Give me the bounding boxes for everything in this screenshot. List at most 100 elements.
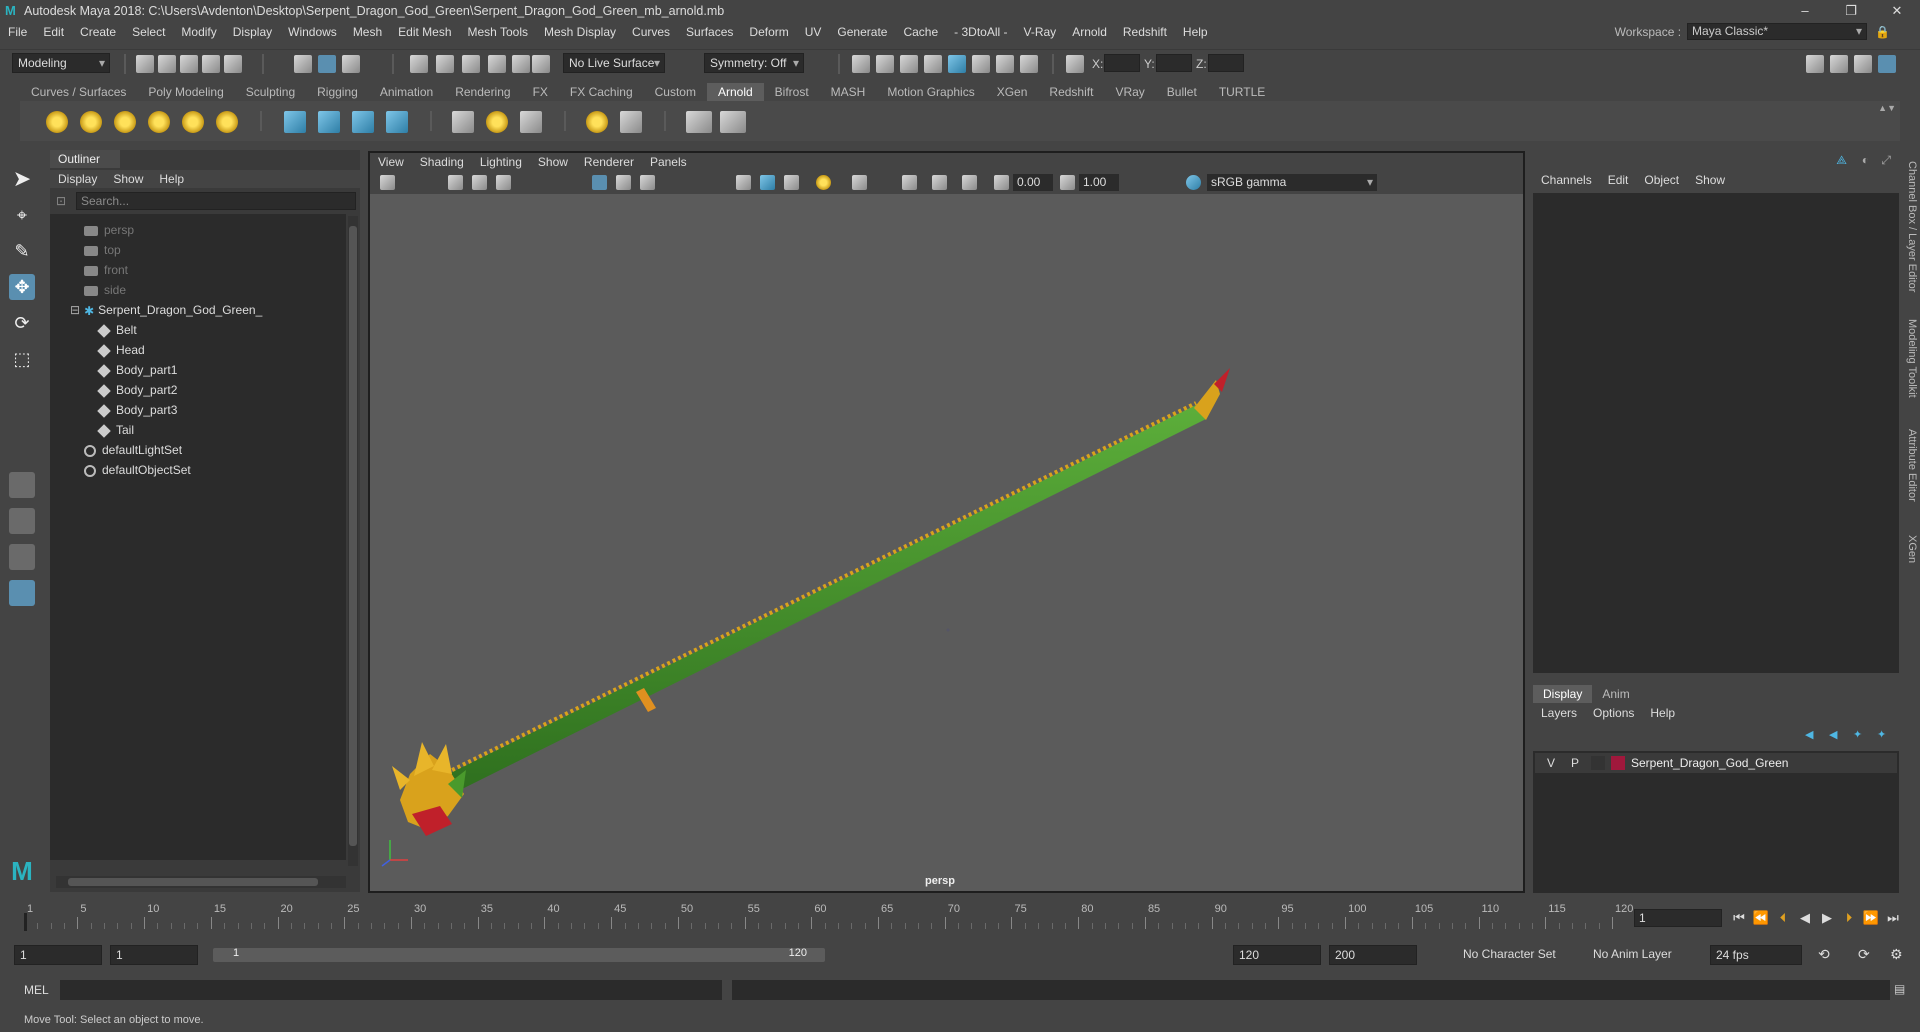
color-management-icon[interactable]: [1186, 175, 1201, 190]
list-item[interactable]: side: [84, 280, 126, 300]
sidebar-channel-box-icon[interactable]: [1878, 55, 1896, 73]
viewport-menu-panels[interactable]: Panels: [642, 153, 695, 172]
shelf-tab-curves-surfaces[interactable]: Curves / Surfaces: [20, 83, 137, 101]
mesh-light-icon[interactable]: [80, 111, 102, 133]
ipr-render-icon[interactable]: [900, 55, 918, 73]
shadows-icon[interactable]: [852, 175, 867, 190]
step-back-key-icon[interactable]: ⏴: [1772, 909, 1794, 927]
snap-curve-icon[interactable]: [436, 55, 454, 73]
menu-edit[interactable]: Edit: [35, 22, 72, 43]
exposure-field[interactable]: 0.00: [1013, 174, 1053, 191]
list-item[interactable]: Body_part1: [97, 360, 177, 380]
minimize-button[interactable]: –: [1782, 0, 1828, 22]
select-by-object-icon[interactable]: [318, 55, 336, 73]
snap-view-plane-icon[interactable]: [512, 55, 530, 73]
side-tab-xgen[interactable]: XGen: [1906, 535, 1918, 563]
viewport-menu-renderer[interactable]: Renderer: [576, 153, 642, 172]
outliner-horizontal-scrollbar[interactable]: [56, 876, 346, 888]
anim-layer-dropdown[interactable]: No Anim Layer: [1588, 945, 1688, 965]
symmetry-dropdown[interactable]: Symmetry: Off: [704, 53, 804, 73]
menu-set-dropdown[interactable]: Modeling: [12, 53, 110, 73]
physical-sky-icon[interactable]: [216, 111, 238, 133]
layer-tab-anim[interactable]: Anim: [1592, 685, 1639, 703]
shelf-tab-bifrost[interactable]: Bifrost: [764, 83, 820, 101]
menu-curves[interactable]: Curves: [624, 22, 678, 43]
go-to-end-icon[interactable]: ⏭: [1882, 909, 1904, 927]
gamma-field[interactable]: 1.00: [1079, 174, 1119, 191]
create-standin-icon[interactable]: [284, 111, 306, 133]
render-frame-icon[interactable]: [876, 55, 894, 73]
list-item[interactable]: Head: [97, 340, 145, 360]
arnold-ipr-icon[interactable]: [996, 55, 1014, 73]
list-item[interactable]: ⊟ ✱ Serpent_Dragon_God_Green_: [70, 300, 262, 320]
view-transform-dropdown[interactable]: sRGB gamma: [1207, 174, 1377, 191]
isolate-select-icon[interactable]: [902, 175, 917, 190]
outliner-search-input[interactable]: Search...: [76, 192, 356, 210]
lock-icon[interactable]: 🔒: [1875, 25, 1890, 39]
list-item[interactable]: top: [84, 240, 121, 260]
menu-surfaces[interactable]: Surfaces: [678, 22, 741, 43]
shelf-tab-animation[interactable]: Animation: [369, 83, 444, 101]
list-item[interactable]: defaultObjectSet: [84, 460, 191, 480]
make-live-icon[interactable]: [532, 55, 550, 73]
command-input[interactable]: [60, 980, 722, 1000]
current-frame-field[interactable]: 1: [1634, 909, 1722, 927]
shelf-tab-redshift[interactable]: Redshift: [1038, 83, 1104, 101]
bookmark-icon[interactable]: [472, 175, 487, 190]
play-forwards-icon[interactable]: ▶: [1816, 909, 1838, 927]
layer-editor-toggle-icon[interactable]: ◐: [1862, 153, 1869, 167]
channel-box-toggle-icon[interactable]: ⟁: [1836, 153, 1847, 168]
layer-menu-help[interactable]: Help: [1642, 704, 1683, 722]
step-forward-key-icon[interactable]: ⏵: [1838, 909, 1860, 927]
outliner-tab[interactable]: Outliner: [50, 150, 120, 168]
shelf-tab-vray[interactable]: VRay: [1104, 83, 1155, 101]
float-panel-icon[interactable]: ⤢: [1881, 153, 1891, 168]
menu-3dtoall[interactable]: - 3DtoAll -: [946, 22, 1015, 43]
pause-ipr-icon[interactable]: [1020, 55, 1038, 73]
menu-generate[interactable]: Generate: [829, 22, 895, 43]
channel-box-menu-show[interactable]: Show: [1687, 171, 1733, 189]
step-forward-frame-icon[interactable]: ⏩: [1860, 909, 1882, 927]
shelf-tab-fx[interactable]: FX: [522, 83, 559, 101]
snap-grid-icon[interactable]: [410, 55, 428, 73]
layer-menu-options[interactable]: Options: [1585, 704, 1642, 722]
layer-menu-layers[interactable]: Layers: [1533, 704, 1585, 722]
camera-attributes-icon[interactable]: [448, 175, 463, 190]
undo-icon[interactable]: [202, 55, 220, 73]
arnold-render-icon[interactable]: [972, 55, 990, 73]
grid-toggle-icon[interactable]: [592, 175, 607, 190]
render-play-icon[interactable]: [720, 111, 746, 133]
shelf-tab-custom[interactable]: Custom: [644, 83, 707, 101]
menu-uv[interactable]: UV: [797, 22, 830, 43]
skydome-light-icon[interactable]: [148, 111, 170, 133]
save-scene-icon[interactable]: [180, 55, 198, 73]
outliner-menu-display[interactable]: Display: [50, 170, 105, 188]
menu-display[interactable]: Display: [225, 22, 280, 43]
current-time-indicator[interactable]: [24, 913, 27, 931]
close-button[interactable]: ✕: [1874, 0, 1920, 22]
command-language-toggle[interactable]: MEL: [24, 983, 49, 997]
move-layer-up-icon[interactable]: ◀: [1805, 728, 1813, 741]
menu-select[interactable]: Select: [124, 22, 173, 43]
resolution-gate-icon[interactable]: [640, 175, 655, 190]
viewport-panel[interactable]: View Shading Lighting Show Renderer Pane…: [368, 151, 1525, 893]
channel-box-menu-edit[interactable]: Edit: [1600, 171, 1637, 189]
transform-mode-icon[interactable]: [1066, 55, 1084, 73]
new-empty-layer-icon[interactable]: ✦: [1853, 728, 1862, 741]
flush-cache-icon[interactable]: [520, 111, 542, 133]
shelf-tab-bullet[interactable]: Bullet: [1156, 83, 1208, 101]
render-settings-icon[interactable]: [924, 55, 942, 73]
y-field[interactable]: [1156, 54, 1192, 72]
create-volume-icon[interactable]: [386, 111, 408, 133]
paint-select-tool-icon[interactable]: ✎: [9, 238, 35, 264]
layer-visibility-toggle[interactable]: V: [1547, 753, 1555, 773]
arnold-options-icon[interactable]: [620, 111, 642, 133]
open-scene-icon[interactable]: [158, 55, 176, 73]
sidebar-modeling-toolkit-icon[interactable]: [1806, 55, 1824, 73]
shelf-tab-rigging[interactable]: Rigging: [306, 83, 369, 101]
outliner-menu-show[interactable]: Show: [105, 170, 151, 188]
side-tab-attribute-editor[interactable]: Attribute Editor: [1906, 429, 1918, 502]
gamma-icon[interactable]: [1060, 175, 1075, 190]
area-light-icon[interactable]: [46, 111, 68, 133]
menu-arnold[interactable]: Arnold: [1064, 22, 1115, 43]
